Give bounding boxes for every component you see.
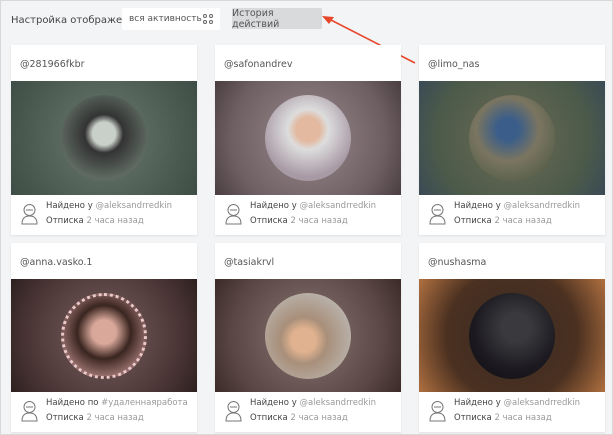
activity-filter-select[interactable]: вся активность [122,8,220,30]
timestamp: 2 часа назад [86,413,144,423]
user-icon [21,401,38,422]
found-by-link[interactable]: @aleksandrredkin [503,201,580,211]
found-by-link[interactable]: @aleksandrredkin [299,201,376,211]
grid-icon [203,14,213,24]
profile-card[interactable]: @281966fkbr Найдено у @aleksandrredkin О… [11,45,197,235]
found-by-link[interactable]: @aleksandrredkin [503,398,580,408]
found-prefix: Найдено по [46,398,99,408]
found-prefix: Найдено у [454,398,501,408]
filter-value: вся активность [129,14,202,24]
user-icon [21,204,38,225]
profile-photo [11,279,197,392]
found-prefix: Найдено у [250,398,297,408]
found-prefix: Найдено у [46,201,93,211]
profile-card[interactable]: @anna.vasko.1 Найдено по #удаленнаяработ… [11,243,197,432]
status: Отписка [250,413,288,423]
status: Отписка [46,216,84,226]
timestamp: 2 часа назад [86,216,144,226]
user-icon [429,204,446,225]
found-prefix: Найдено у [250,201,297,211]
timestamp: 2 часа назад [290,413,348,423]
status: Отписка [46,413,84,423]
username[interactable]: @nushasma [419,243,605,279]
status: Отписка [250,216,288,226]
username[interactable]: @safonandrev [215,45,401,81]
profile-photo [215,279,401,392]
profile-photo [215,81,401,195]
username[interactable]: @281966fkbr [11,45,197,81]
user-icon [429,401,446,422]
username[interactable]: @limo_nas [419,45,605,81]
history-button[interactable]: История действий [232,8,322,30]
found-prefix: Найдено у [454,201,501,211]
profile-card[interactable]: @limo_nas Найдено у @aleksandrredkin Отп… [419,45,605,235]
timestamp: 2 часа назад [290,216,348,226]
found-by-link[interactable]: @aleksandrredkin [299,398,376,408]
user-icon [225,204,242,225]
found-by-link[interactable]: #удаленнаяработа [101,398,188,408]
user-icon [225,401,242,422]
profile-photo [11,81,197,195]
timestamp: 2 часа назад [494,413,552,423]
profile-card[interactable]: @safonandrev Найдено у @aleksandrredkin … [215,45,401,235]
profile-photo [419,81,605,195]
username[interactable]: @tasiakrvl [215,243,401,279]
profile-photo [419,279,605,392]
status: Отписка [454,413,492,423]
username[interactable]: @anna.vasko.1 [11,243,197,279]
found-by-link[interactable]: @aleksandrredkin [95,201,172,211]
timestamp: 2 часа назад [494,216,552,226]
status: Отписка [454,216,492,226]
profile-card[interactable]: @tasiakrvl Найдено у @aleksandrredkin От… [215,243,401,432]
profile-card[interactable]: @nushasma Найдено у @aleksandrredkin Отп… [419,243,605,432]
